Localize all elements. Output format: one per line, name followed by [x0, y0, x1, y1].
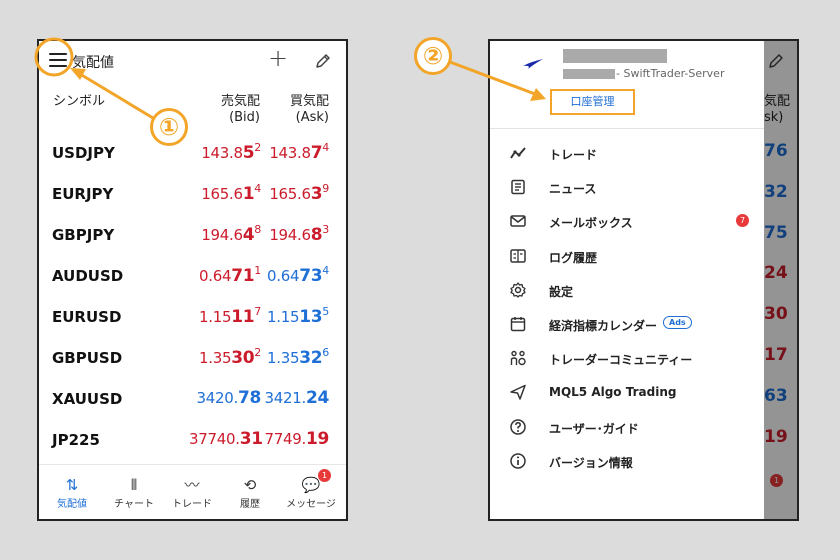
annotation-layer: [34, 37, 546, 123]
arrow-2-line: [449, 60, 536, 96]
arrow-1-head: [70, 68, 86, 80]
step-1-marker: ①: [150, 108, 188, 146]
highlight-circle: [34, 37, 74, 77]
step-2-marker: ②: [414, 37, 452, 75]
arrow-1-line: [79, 72, 159, 123]
